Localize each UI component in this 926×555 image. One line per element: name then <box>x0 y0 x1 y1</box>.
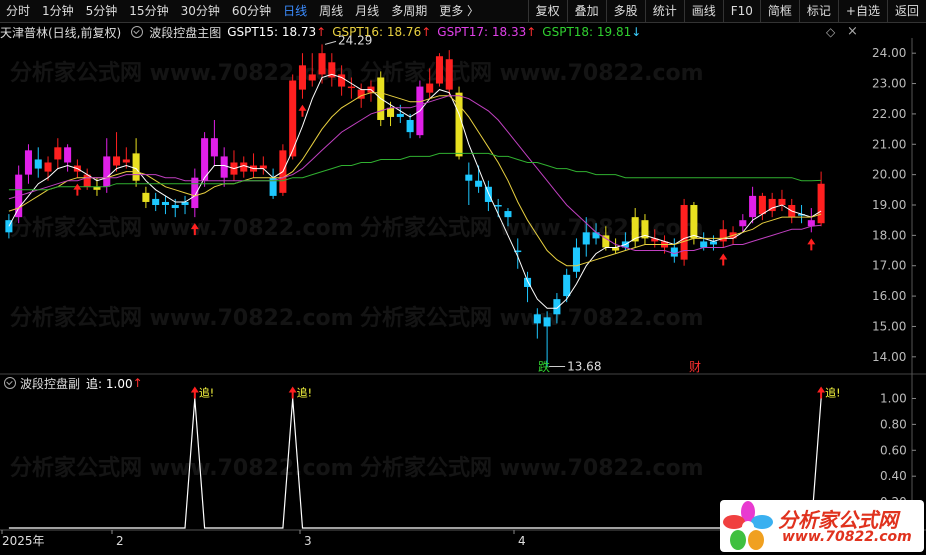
high-price-label: 24.29 <box>338 33 372 47</box>
zhui-arrow-icon <box>288 386 297 399</box>
candle-body <box>592 232 600 239</box>
signal-die-label: 跌 <box>538 359 550 374</box>
candle-body <box>778 198 786 205</box>
zhui-arrow-icon <box>817 386 826 399</box>
zhui-signal-label: 追! <box>297 385 312 399</box>
x-tick-label: 3 <box>304 534 312 548</box>
candle-body <box>142 192 150 202</box>
ma-line-gspt17 <box>8 95 822 255</box>
candle-body <box>543 317 551 327</box>
zhui-arrow-icon <box>190 386 199 399</box>
candle-body <box>44 162 52 172</box>
candle-body <box>220 156 228 178</box>
buy-arrow-icon <box>807 238 816 251</box>
y-tick-label: 23.00 <box>872 77 906 91</box>
candle-body <box>533 314 541 324</box>
candle-body <box>494 205 502 207</box>
sub-y-tick-label: 0.80 <box>880 417 907 431</box>
flower-logo-icon <box>723 501 773 550</box>
ma-line-gspt15 <box>8 73 822 309</box>
candle-body <box>64 147 72 163</box>
candle-body <box>553 299 561 315</box>
candle-body <box>152 198 160 205</box>
high-pointer <box>324 40 337 45</box>
x-tick-label: 4 <box>518 534 526 548</box>
kline-chart[interactable]: 24.0023.0022.0021.0020.0019.0018.0017.00… <box>0 0 926 555</box>
x-tick-label: 2025年 <box>2 534 45 548</box>
candle-body <box>396 113 404 117</box>
candle-body <box>817 183 825 224</box>
candle-body <box>690 205 698 239</box>
y-tick-label: 17.00 <box>872 259 906 273</box>
candle-body <box>161 201 169 205</box>
candle-body <box>34 159 42 169</box>
y-tick-label: 18.00 <box>872 228 906 242</box>
y-tick-label: 15.00 <box>872 319 906 333</box>
buy-arrow-icon <box>73 183 82 196</box>
logo-url: www.70822.com <box>782 529 912 545</box>
candle-body <box>749 195 757 218</box>
site-logo: 分析家公式网 www.70822.com <box>720 500 924 552</box>
buy-arrow-icon <box>298 104 307 117</box>
candle-body <box>298 65 306 90</box>
sub-y-tick-label: 0.60 <box>880 443 907 457</box>
sub-y-tick-label: 0.40 <box>880 469 907 483</box>
candle-body <box>739 220 747 227</box>
candle-body <box>191 177 199 209</box>
candle-body <box>122 159 130 163</box>
candle-body <box>210 138 218 157</box>
candle-body <box>347 86 355 89</box>
signal-cai-label: 财 <box>689 360 701 374</box>
candle-body <box>435 56 443 84</box>
candle-body <box>758 195 766 215</box>
y-tick-label: 19.00 <box>872 198 906 212</box>
candle-body <box>807 220 815 227</box>
y-tick-label: 14.00 <box>872 350 906 364</box>
candle-body <box>475 180 483 187</box>
candle-body <box>563 274 571 297</box>
candle-body <box>484 186 492 202</box>
candle-body <box>103 156 111 187</box>
y-tick-label: 24.00 <box>872 46 906 60</box>
low-price-label: 13.68 <box>567 360 601 374</box>
zhui-signal-label: 追! <box>199 385 214 399</box>
y-tick-label: 22.00 <box>872 107 906 121</box>
candle-body <box>406 119 414 133</box>
candle-body <box>572 247 580 272</box>
candle-body <box>387 107 395 117</box>
zhui-line <box>8 398 822 529</box>
x-tick-label: 2 <box>116 534 124 548</box>
candle-body <box>240 162 248 172</box>
candle-body <box>465 174 473 181</box>
candle-body <box>504 211 512 218</box>
zhui-signal-label: 追! <box>825 385 840 399</box>
candle-body <box>670 247 678 257</box>
y-tick-label: 20.00 <box>872 168 906 182</box>
candle-body <box>132 153 140 181</box>
y-tick-label: 21.00 <box>872 137 906 151</box>
y-tick-label: 16.00 <box>872 289 906 303</box>
candle-body <box>171 205 179 209</box>
candle-body <box>113 156 121 166</box>
candle-body <box>582 232 590 245</box>
candle-body <box>308 74 316 81</box>
candle-body <box>426 83 434 93</box>
candle-body <box>318 53 326 75</box>
ma-line-gspt16 <box>8 92 822 267</box>
buy-arrow-icon <box>719 253 728 266</box>
candle-body <box>54 147 62 160</box>
buy-arrow-icon <box>190 223 199 236</box>
candle-body <box>24 150 32 175</box>
sub-y-tick-label: 1.00 <box>880 391 907 405</box>
candle-body <box>700 241 708 248</box>
candle-body <box>445 59 453 90</box>
